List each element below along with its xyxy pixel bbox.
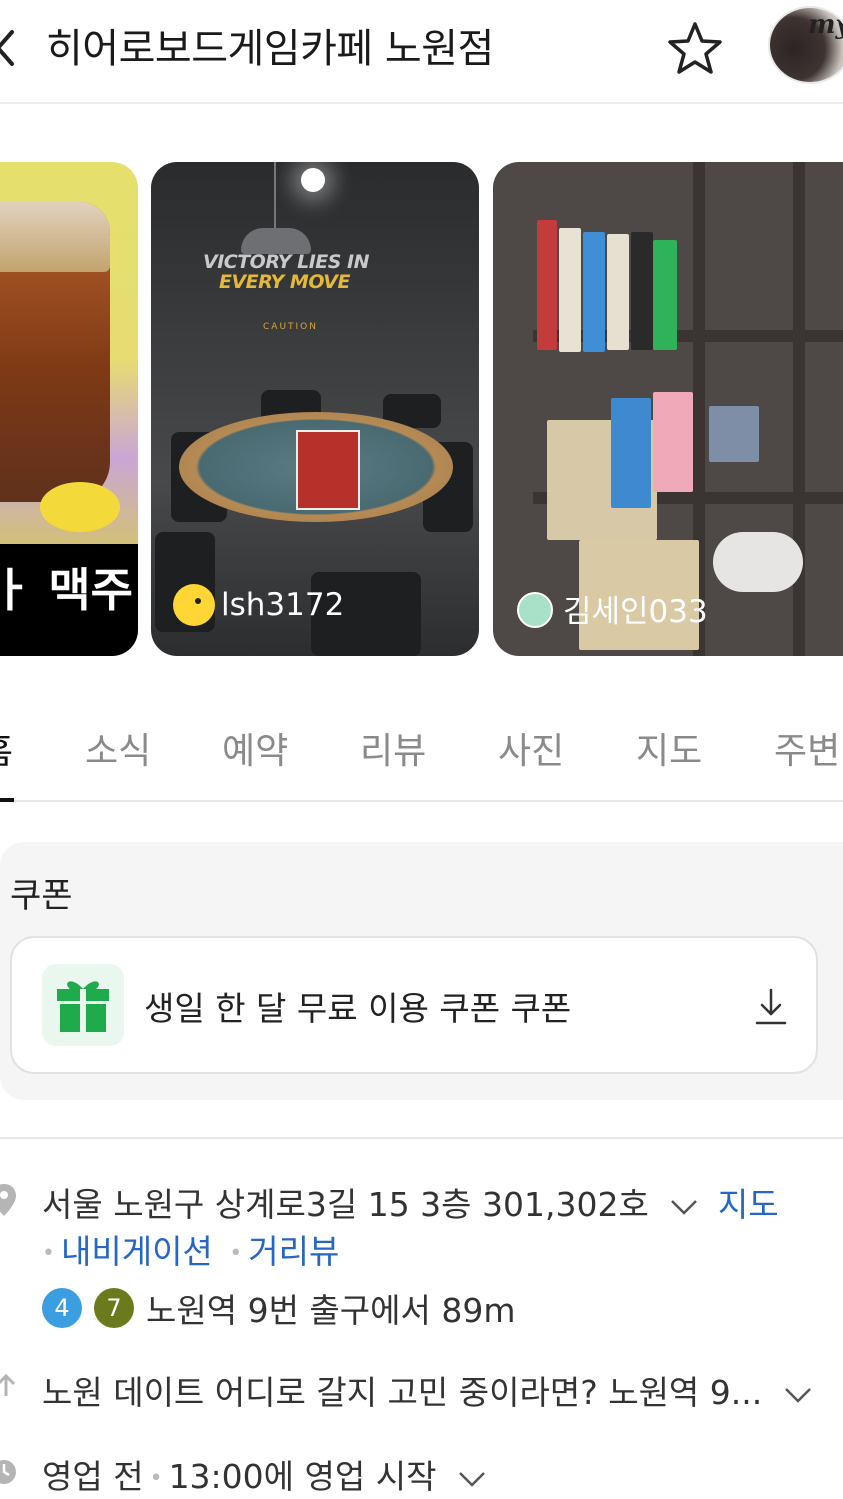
chevron-down-icon[interactable]: [457, 1469, 487, 1489]
description-row[interactable]: 노원 데이트 어디로 갈지 고민 중이라면? 노원역 9...: [42, 1366, 813, 1414]
coupon-card[interactable]: 생일 한 달 무료 이용 쿠폰 쿠폰: [10, 936, 818, 1074]
tab-reviews[interactable]: 리뷰: [360, 722, 426, 774]
drink-ice-image: [0, 202, 110, 272]
ceiling-light: [301, 168, 325, 192]
hours-detail: 13:00에 영업 시작: [168, 1457, 437, 1496]
separator-dot: •: [149, 1466, 163, 1491]
caution-label: CAUTION: [263, 322, 318, 332]
avatar-text: my: [808, 10, 843, 40]
top-app-bar: 히어로보드게임카페 노원점 my: [0, 0, 843, 104]
map-link[interactable]: 지도: [718, 1185, 779, 1224]
location-pin-icon: [0, 1184, 16, 1216]
chevron-down-icon[interactable]: [783, 1385, 813, 1405]
hours-status: 영업 전: [42, 1457, 144, 1496]
address-row: 서울 노원구 상계로3길 15 3층 301,302호 지도: [42, 1178, 779, 1226]
gift-icon-container: [42, 964, 124, 1046]
user-avatar-icon: [173, 584, 215, 626]
place-tabs: 홈 소식 예약 리뷰 사진 지도 주변: [0, 700, 843, 802]
separator-dot: •: [229, 1241, 243, 1266]
subway-line-4-badge: 4: [42, 1288, 82, 1328]
game-box: [709, 406, 759, 462]
helmet: [713, 532, 803, 592]
photo-author-name[interactable]: 김세인033: [563, 586, 708, 631]
photo-author[interactable]: lsh3172: [173, 584, 344, 626]
photo-caption-band: ㅏ 맥주: [0, 544, 138, 656]
slogan-line-2: EVERY MOVE: [219, 271, 351, 293]
tab-map[interactable]: 지도: [636, 722, 702, 774]
description-text: 노원 데이트 어디로 갈지 고민 중이라면? 노원역 9...: [42, 1373, 763, 1412]
photo-card-game-table[interactable]: VICTORY LIES IN EVERY MOVE CAUTION lsh31…: [151, 162, 479, 656]
tab-home[interactable]: 홈: [0, 722, 13, 774]
photo-card-drink[interactable]: ㅏ 맥주: [0, 162, 138, 656]
slogan-line-1: VICTORY LIES IN: [203, 251, 370, 273]
subway-distance-text: 노원역 9번 출구에서 89m: [146, 1291, 516, 1330]
address-links: • 내비게이션 • 거리뷰: [42, 1225, 339, 1273]
tab-news[interactable]: 소식: [85, 722, 151, 774]
tab-nearby[interactable]: 주변: [774, 722, 840, 774]
hours-row[interactable]: 영업 전 • 13:00에 영업 시작: [42, 1450, 487, 1498]
lamp-wire: [274, 162, 276, 232]
user-avatar[interactable]: my: [768, 6, 843, 84]
coupon-title: 생일 한 달 무료 이용 쿠폰 쿠폰: [144, 989, 572, 1028]
description-icon: [0, 1373, 16, 1396]
coupon-section: 쿠폰 생일 한 달 무료 이용 쿠폰 쿠폰: [0, 842, 843, 1100]
clock-icon: [0, 1460, 16, 1484]
game-box: [653, 392, 693, 492]
subway-info: 4 7 노원역 9번 출구에서 89m: [42, 1284, 515, 1332]
table-sign: [296, 430, 360, 510]
active-tab-indicator: [0, 798, 14, 802]
photo-caption-text: ㅏ 맥주: [0, 563, 133, 617]
game-box: [631, 232, 653, 350]
download-icon[interactable]: [754, 988, 788, 1026]
streetview-link[interactable]: 거리뷰: [248, 1232, 339, 1271]
tab-reservation[interactable]: 예약: [222, 722, 288, 774]
game-box: [653, 240, 677, 350]
game-box: [583, 232, 605, 352]
subway-line-7-badge: 7: [94, 1288, 134, 1328]
tab-photos[interactable]: 사진: [498, 722, 564, 774]
photo-carousel[interactable]: ㅏ 맥주 VICTORY LIES IN EVERY MOVE CAUTION …: [0, 162, 843, 656]
wall-slogan: VICTORY LIES IN EVERY MOVE: [203, 251, 370, 293]
chevron-down-icon[interactable]: [669, 1197, 699, 1217]
game-box: [611, 398, 651, 508]
game-box: [537, 220, 557, 350]
star-outline-icon[interactable]: [666, 20, 724, 78]
user-avatar-icon: [517, 592, 553, 628]
chevron-left-icon[interactable]: [0, 28, 24, 68]
separator-dot: •: [42, 1241, 55, 1266]
address-text[interactable]: 서울 노원구 상계로3길 15 3층 301,302호: [42, 1185, 649, 1224]
photo-author-name: lsh3172: [221, 587, 345, 623]
place-title: 히어로보드게임카페 노원점: [46, 26, 494, 72]
gift-icon: [57, 981, 109, 1032]
game-box: [559, 228, 581, 352]
section-divider: [0, 1137, 843, 1139]
game-box: [607, 234, 629, 350]
coupon-heading: 쿠폰: [10, 876, 73, 916]
navigation-link[interactable]: 내비게이션: [61, 1232, 213, 1271]
photo-card-shelves[interactable]: 김세인033: [493, 162, 843, 656]
lemon-image: [40, 482, 120, 532]
